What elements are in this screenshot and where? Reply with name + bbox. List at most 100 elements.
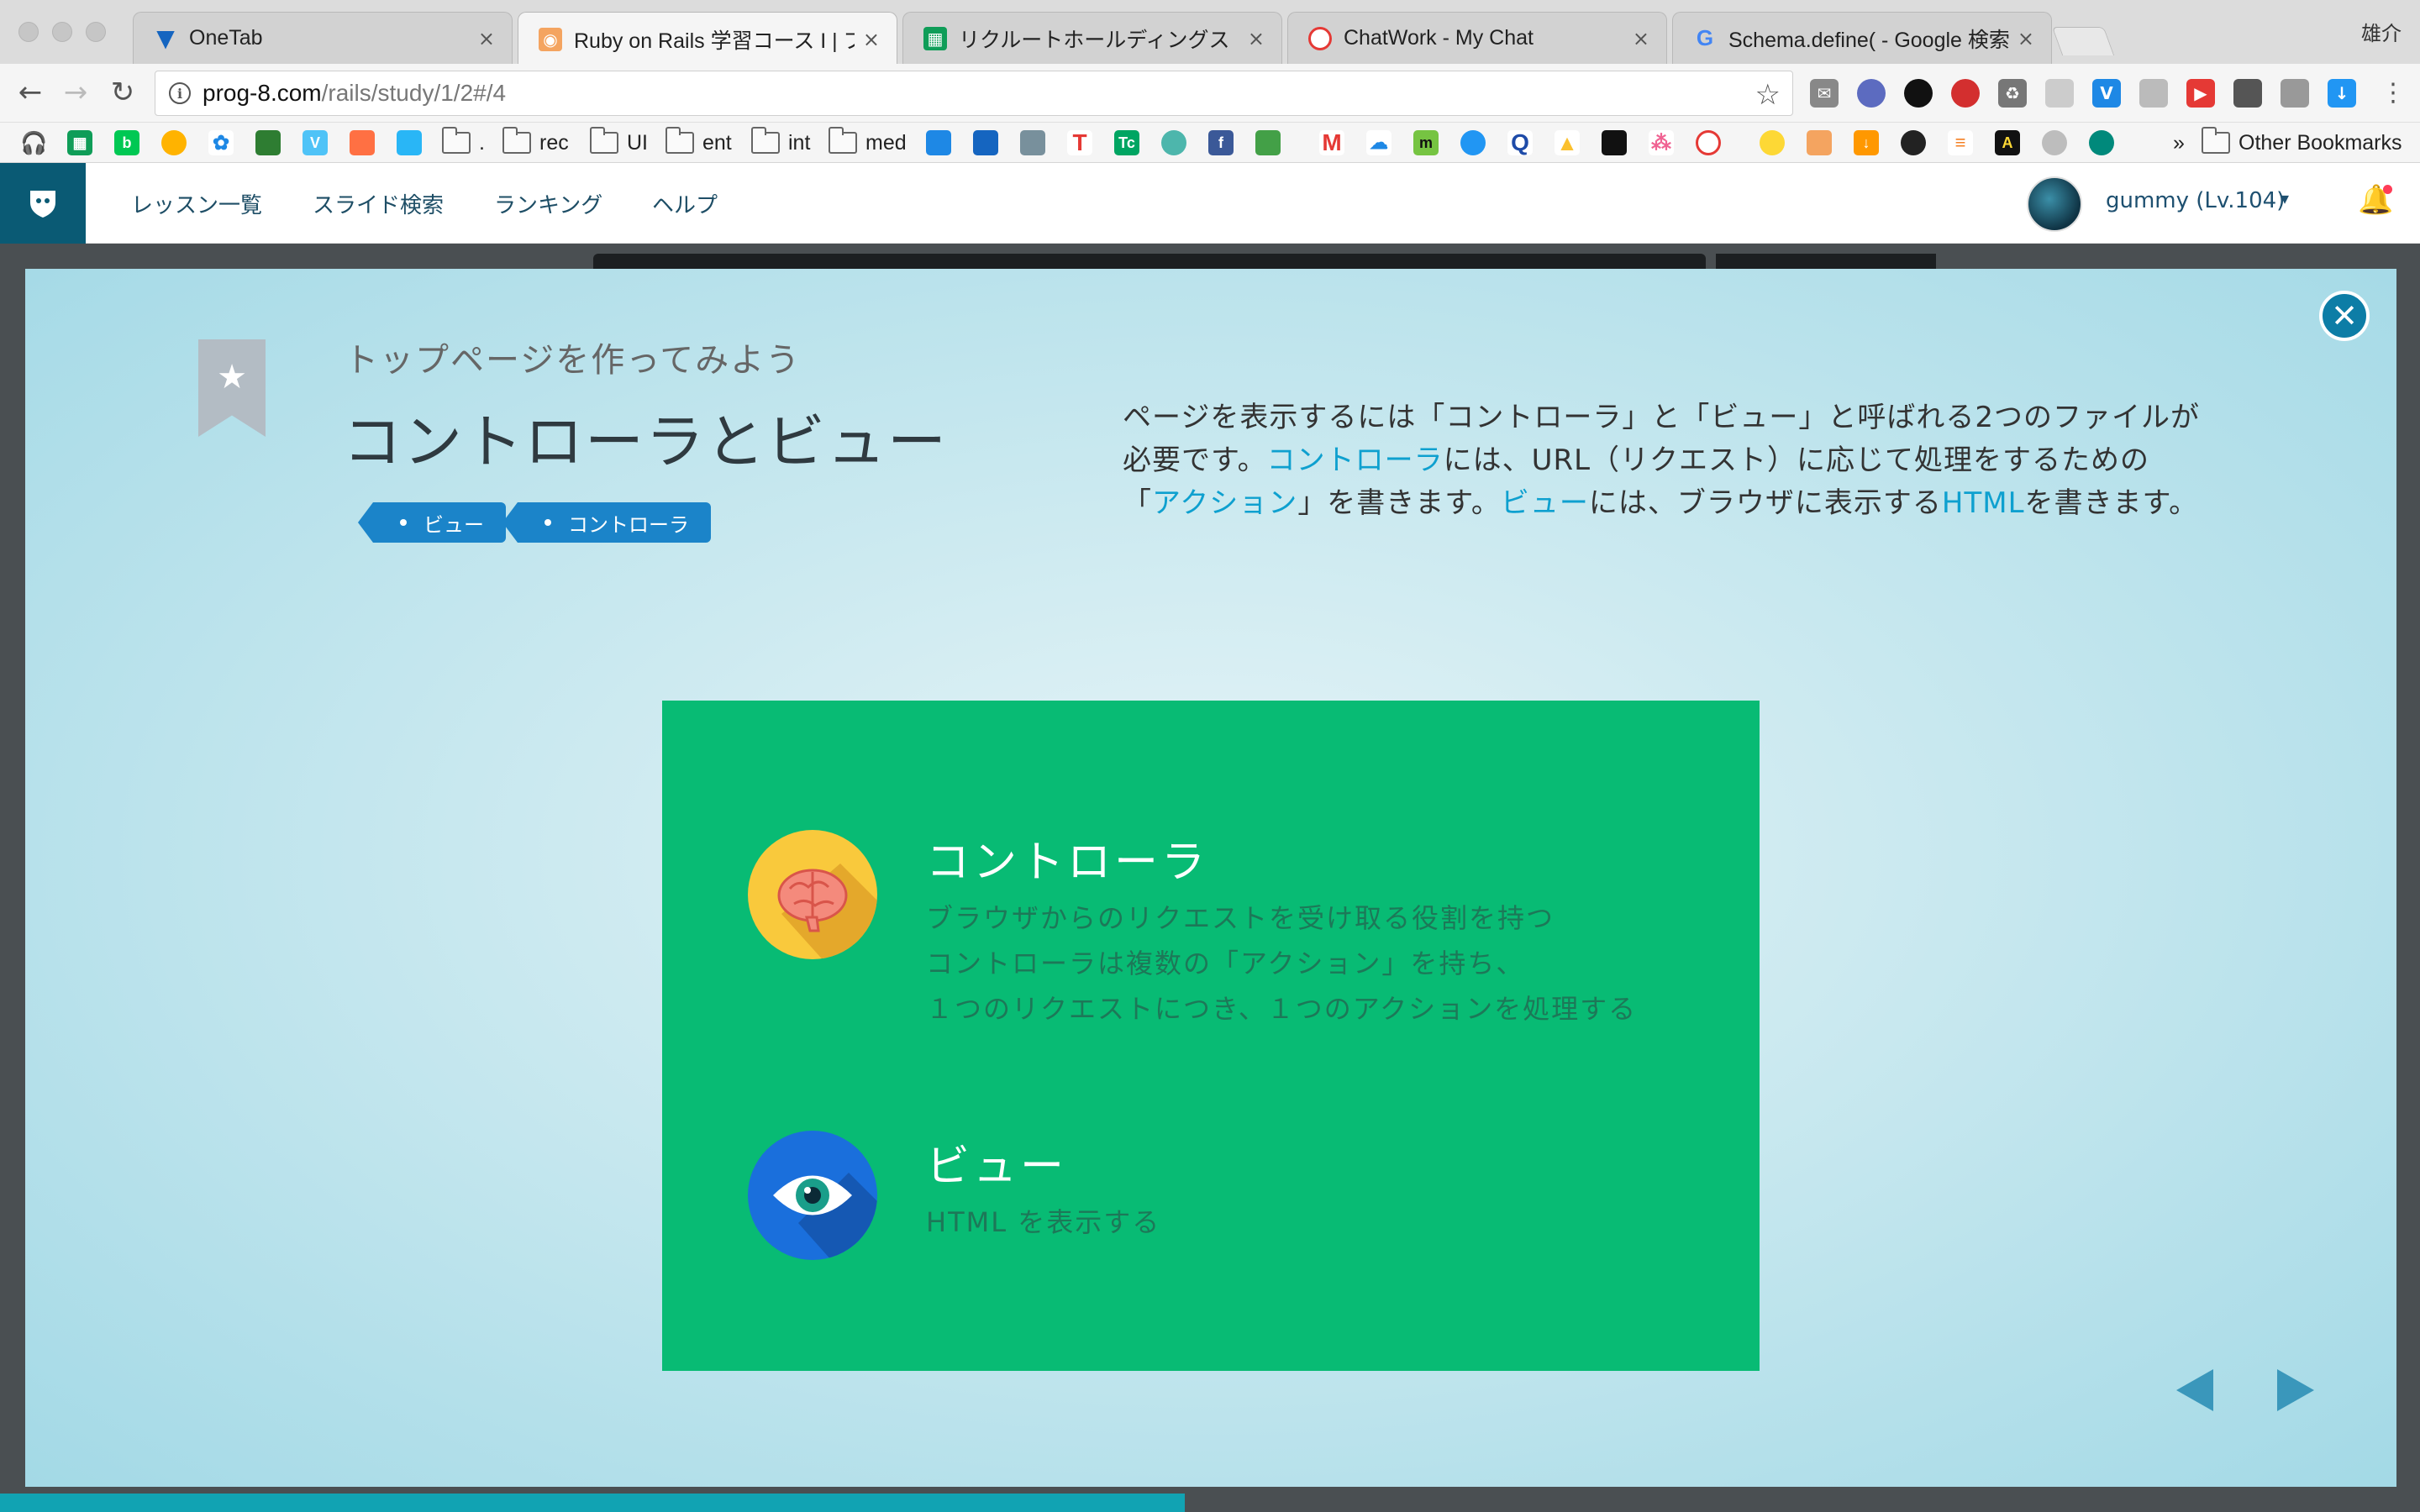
bookmark-sheets[interactable]: ▦	[67, 129, 92, 156]
tag-label: コントローラ	[568, 512, 689, 537]
bookmark-site[interactable]: Tc	[1114, 129, 1139, 156]
google-drive-icon: ▲	[1555, 130, 1580, 155]
tag-view[interactable]: ビュー	[358, 502, 506, 543]
tab-google-search[interactable]: G Schema.define( - Google 検索 ×	[1672, 12, 2052, 64]
controller-line: ブラウザからのリクエストを受け取る役割を持つ	[926, 902, 1555, 934]
window-close-button[interactable]	[18, 22, 39, 42]
nav-ranking[interactable]: ランキング	[494, 188, 602, 219]
site-header: レッスン一覧 スライド検索 ランキング ヘルプ gummy (Lv.104) ▾…	[0, 163, 2420, 244]
bookmark-green[interactable]	[255, 129, 281, 156]
tab-close-icon[interactable]: ×	[478, 27, 495, 50]
reload-icon[interactable]: ↻	[104, 74, 141, 111]
bookmark-site[interactable]	[1807, 129, 1832, 156]
bookmark-site[interactable]: f	[1208, 129, 1234, 156]
bookmark-folder-rec[interactable]: rec	[502, 127, 569, 156]
bookmark-site[interactable]: ↓	[1854, 129, 1879, 156]
extension-icon[interactable]	[1904, 79, 1933, 108]
bookmark-b[interactable]: b	[114, 129, 139, 156]
bookmark-site[interactable]	[1161, 129, 1186, 156]
folder-icon	[829, 127, 857, 154]
tab-close-icon[interactable]: ×	[1633, 27, 1649, 50]
nav-slide-search[interactable]: スライド検索	[313, 188, 444, 219]
bookmark-site[interactable]: M	[1319, 129, 1344, 156]
extension-icon[interactable]	[2139, 79, 2168, 108]
bookmark-orange[interactable]	[350, 129, 375, 156]
extension-icon[interactable]	[2281, 79, 2309, 108]
browser-menu-icon[interactable]: ⋮	[2375, 74, 2412, 111]
user-name[interactable]: gummy (Lv.104)	[2106, 188, 2285, 213]
bookmark-ribbon-icon[interactable]: ★	[198, 339, 266, 437]
bookmark-v[interactable]: V	[302, 129, 328, 156]
bookmark-site[interactable]	[2042, 129, 2067, 156]
bookmark-site[interactable]	[1696, 129, 1721, 156]
extension-icon[interactable]: V	[2092, 79, 2121, 108]
tab-onetab[interactable]: ▼ OneTab ×	[133, 12, 513, 64]
bookmarks-overflow-chevron[interactable]: »	[2173, 129, 2185, 156]
tab-close-icon[interactable]: ×	[2018, 27, 2034, 50]
bookmark-folder[interactable]: .	[442, 127, 485, 156]
previous-slide-arrow-icon[interactable]	[2176, 1369, 2213, 1411]
bookmark-folder-med[interactable]: med	[829, 127, 907, 156]
window-minimize-button[interactable]	[52, 22, 72, 42]
bookmark-fan[interactable]	[161, 129, 187, 156]
address-bar[interactable]: i prog-8.com/rails/study/1/2#/4 ☆	[155, 71, 1793, 116]
bookmark-site[interactable]	[1760, 129, 1785, 156]
bookmark-site[interactable]	[926, 129, 951, 156]
headphones-icon[interactable]: 🎧	[20, 129, 47, 156]
bookmark-site[interactable]: Q	[1507, 129, 1533, 156]
forward-arrow-icon[interactable]: →	[57, 74, 94, 111]
bookmark-folder-ui[interactable]: UI	[590, 127, 648, 156]
bookmark-star-icon[interactable]: ☆	[1755, 78, 1781, 112]
mail-extension-icon[interactable]: ✉	[1810, 79, 1839, 108]
tag-controller[interactable]: コントローラ	[502, 502, 711, 543]
view-heading: ビュー	[926, 1142, 1068, 1192]
bookmark-site[interactable]	[1020, 129, 1045, 156]
tab-recruit-sheet[interactable]: ▦ リクルートホールディングス web ×	[902, 12, 1282, 64]
bookmark-site[interactable]: ⁂	[1649, 129, 1674, 156]
recycle-extension-icon[interactable]: ♻	[1998, 79, 2027, 108]
back-arrow-icon[interactable]: ←	[12, 74, 49, 111]
bookmark-folder-ent[interactable]: ent	[666, 127, 732, 156]
tab-close-icon[interactable]: ×	[863, 28, 880, 51]
bookmark-site[interactable]	[1602, 129, 1627, 156]
bookmark-site[interactable]	[973, 129, 998, 156]
bookmark-site[interactable]	[1255, 129, 1281, 156]
avatar[interactable]	[2027, 176, 2082, 232]
brain-icon	[748, 830, 877, 959]
bookmark-site[interactable]: ☁	[1366, 129, 1392, 156]
bookmark-site[interactable]: ▲	[1555, 129, 1580, 156]
extension-icon[interactable]	[1951, 79, 1980, 108]
bookmark-label: int	[788, 130, 811, 155]
bookmark-site[interactable]	[1901, 129, 1926, 156]
other-bookmarks-folder[interactable]: Other Bookmarks	[2202, 127, 2402, 156]
bookmark-site[interactable]: T	[1067, 129, 1092, 156]
close-icon[interactable]: ✕	[2319, 291, 2370, 341]
bookmark-site[interactable]	[2089, 129, 2114, 156]
chevron-down-icon[interactable]: ▾	[2281, 188, 2289, 208]
new-tab-button[interactable]	[2051, 27, 2115, 55]
bookmark-site[interactable]: ≡	[1948, 129, 1973, 156]
bookmark-site[interactable]: A	[1995, 129, 2020, 156]
next-slide-arrow-icon[interactable]	[2277, 1369, 2314, 1411]
youtube-extension-icon[interactable]: ▶	[2186, 79, 2215, 108]
tab-ruby-on-rails[interactable]: ◉ Ruby on Rails 学習コース I | プロ ×	[518, 12, 897, 66]
window-zoom-button[interactable]	[86, 22, 106, 42]
bookmark-flower[interactable]: ✿	[208, 129, 234, 156]
bookmark-site[interactable]: m	[1413, 129, 1439, 156]
bookmark-site[interactable]	[1460, 129, 1486, 156]
tab-chatwork[interactable]: ChatWork - My Chat ×	[1287, 12, 1667, 64]
bookmark-folder-int[interactable]: int	[751, 127, 811, 156]
download-icon: ↓	[1854, 130, 1879, 155]
tab-close-icon[interactable]: ×	[1248, 27, 1265, 50]
site-logo[interactable]	[0, 163, 86, 244]
extension-icon[interactable]	[1857, 79, 1886, 108]
extension-icon[interactable]	[2045, 79, 2074, 108]
evernote-extension-icon[interactable]	[2233, 79, 2262, 108]
site-info-icon[interactable]: i	[169, 82, 191, 104]
bookmark-blue[interactable]	[397, 129, 422, 156]
browser-profile-name[interactable]: 雄介	[2361, 17, 2402, 46]
nav-help[interactable]: ヘルプ	[652, 188, 718, 219]
nav-lesson-list[interactable]: レッスン一覧	[131, 188, 262, 219]
folder-icon	[666, 127, 694, 154]
download-extension-icon[interactable]: ↓	[2328, 79, 2356, 108]
